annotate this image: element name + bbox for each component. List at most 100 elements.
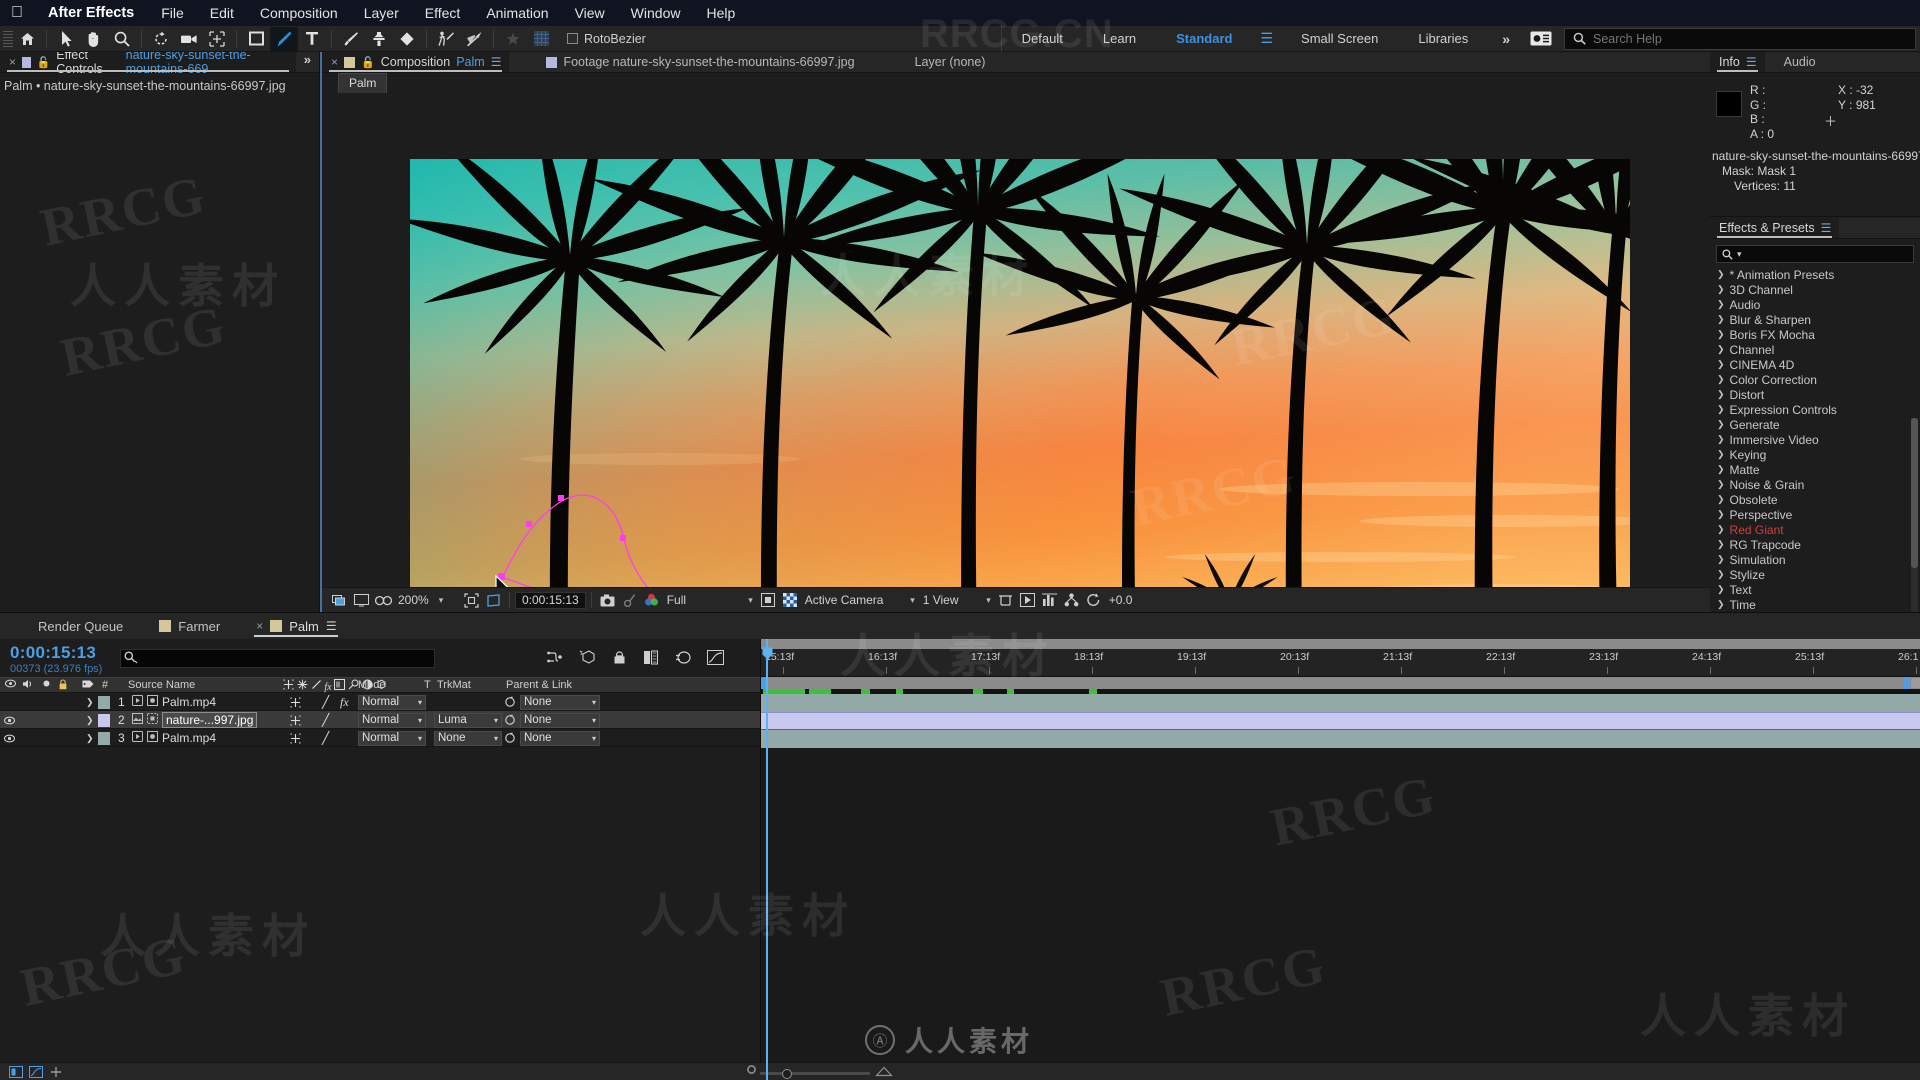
star-icon[interactable] [499, 27, 527, 51]
layer-duration-bar[interactable] [761, 730, 1920, 748]
work-area-end-handle[interactable] [1904, 677, 1910, 689]
tab-audio[interactable]: Audio [1775, 52, 1825, 72]
layer-audio-toggle[interactable] [22, 711, 36, 729]
layer-expand-arrow[interactable]: ❯ [86, 729, 98, 747]
effects-category-row[interactable]: ❯ Immersive Video [1710, 432, 1920, 447]
chevron-right-icon[interactable]: ❯ [1717, 404, 1725, 415]
composition-viewport[interactable] [410, 159, 1630, 587]
search-icon[interactable] [124, 651, 138, 667]
tab-layer[interactable]: Layer (none) [906, 52, 995, 72]
comp-flowchart-icon[interactable] [1061, 589, 1083, 611]
eye-icon[interactable] [5, 679, 16, 691]
column-source-name[interactable]: Source Name [128, 679, 195, 691]
solo-icon[interactable] [42, 679, 51, 691]
chevron-right-icon[interactable]: ❯ [1717, 284, 1725, 295]
layer-label-color[interactable] [98, 693, 112, 711]
layer-parent-select[interactable]: None ▾ [520, 729, 602, 747]
chevron-right-icon[interactable]: ❯ [1717, 524, 1725, 535]
home-icon[interactable] [13, 27, 41, 51]
layer-source-name[interactable]: Palm.mp4 [132, 729, 282, 747]
zoom-in-icon[interactable] [875, 1066, 893, 1080]
layer-quality-switch[interactable]: ╱ [322, 693, 336, 711]
selection-tool-icon[interactable] [52, 27, 80, 51]
toggle-switches-modes-icon[interactable] [8, 1065, 24, 1079]
effects-category-row[interactable]: ❯ Perspective [1710, 507, 1920, 522]
workspace-libraries[interactable]: Libraries [1398, 31, 1488, 46]
zoom-level-select[interactable]: 200% ▾ [394, 591, 460, 609]
motion-blur-icon[interactable] [673, 647, 693, 667]
fast-previews-icon[interactable] [1017, 589, 1039, 611]
effects-search-input[interactable] [1745, 248, 1908, 260]
composition-stage[interactable] [322, 93, 1710, 587]
column-mode[interactable]: Mode [358, 679, 386, 691]
chevron-right-icon[interactable]: ❯ [1717, 374, 1725, 385]
graph-editor-icon[interactable] [705, 647, 725, 667]
tab-info[interactable]: Info ☰ [1710, 52, 1765, 72]
menu-item-view[interactable]: View [562, 5, 618, 21]
table-row[interactable]: ❯ 3 Palm.mp4 ╱ Normal ▾ None ▾ None ▾ [0, 729, 760, 747]
effects-category-row[interactable]: ❯ Audio [1710, 297, 1920, 312]
layer-trkmat-select[interactable]: None ▾ [434, 729, 504, 747]
chevron-right-icon[interactable]: ❯ [1717, 344, 1725, 355]
timeline-track-area[interactable]: 15:13f 16:13f 17:13f 18:13f 19:13f 20:13f 21:1… [760, 639, 1920, 1080]
effects-category-row[interactable]: ❯ Distort [1710, 387, 1920, 402]
column-trkmat[interactable]: TrkMat [437, 679, 471, 691]
layer-duration-bar[interactable] [761, 712, 1920, 730]
effects-category-row[interactable]: ❯ 3D Channel [1710, 282, 1920, 297]
table-row[interactable]: ❯ 1 Palm.mp4 ╱ fx Normal ▾ None ▾ [0, 693, 760, 711]
chevron-right-icon[interactable]: ❯ [1717, 269, 1725, 280]
chevron-right-icon[interactable]: ❯ [1717, 464, 1725, 475]
composition-mini-flowchart-icon[interactable] [545, 647, 565, 667]
panel-menu-icon[interactable]: ☰ [491, 55, 502, 69]
current-timecode-display[interactable]: 0:00:15:13 [515, 591, 586, 609]
layer-trkmat-select[interactable]: Luma ▾ [434, 711, 504, 729]
workspace-default[interactable]: Default [1002, 31, 1083, 46]
workspace-menu-icon[interactable]: ☰ [1252, 30, 1281, 47]
layer-audio-toggle[interactable] [22, 693, 36, 711]
tab-footage[interactable]: Footage nature-sky-sunset-the-mountains-… [537, 52, 863, 72]
layer-lock-toggle[interactable] [58, 711, 72, 729]
chevron-right-icon[interactable]: ❯ [1717, 554, 1725, 565]
chevron-right-icon[interactable]: ❯ [1717, 419, 1725, 430]
close-icon[interactable]: × [331, 55, 338, 69]
resolution-select[interactable]: Full ▾ [663, 591, 757, 609]
add-marker-icon[interactable] [48, 1065, 64, 1079]
zoom-tool-icon[interactable] [108, 27, 136, 51]
apple-icon[interactable]:  [0, 5, 34, 21]
effects-category-row[interactable]: ❯ * Animation Presets [1710, 267, 1920, 282]
pen-tool-icon[interactable] [270, 26, 298, 51]
layer-parent-switch[interactable] [290, 729, 306, 747]
layer-parent-pickwhip[interactable] [504, 693, 518, 711]
effects-search-field[interactable]: ▾ [1716, 245, 1914, 263]
effects-category-row[interactable]: ❯ Generate [1710, 417, 1920, 432]
layer-solo-toggle[interactable] [40, 729, 54, 747]
menu-item-layer[interactable]: Layer [351, 5, 412, 21]
effects-category-row[interactable]: ❯ Expression Controls [1710, 402, 1920, 417]
camera-tool-icon[interactable] [175, 27, 203, 51]
zoom-out-icon[interactable] [745, 1063, 758, 1079]
layer-solo-toggle[interactable] [40, 693, 54, 711]
timeline-search-field[interactable] [120, 649, 435, 668]
unlock-icon[interactable]: 🔓 [37, 56, 51, 69]
camera-select[interactable]: Active Camera ▾ [801, 591, 919, 609]
layer-expand-arrow[interactable]: ❯ [86, 693, 98, 711]
lock-icon[interactable] [58, 679, 68, 693]
type-tool-icon[interactable] [298, 27, 326, 51]
menu-item-edit[interactable]: Edit [197, 5, 247, 21]
toggle-alpha-icon[interactable] [779, 589, 801, 611]
toggle-viewer-layout-icon[interactable] [350, 589, 372, 611]
snapshot-icon[interactable] [597, 589, 619, 611]
grid-icon[interactable] [527, 27, 555, 51]
work-area-bar[interactable] [761, 677, 1920, 689]
column-index[interactable]: # [102, 679, 108, 691]
effects-category-row[interactable]: ❯ CINEMA 4D [1710, 357, 1920, 372]
chevron-right-icon[interactable]: ❯ [1717, 479, 1725, 490]
chevron-right-icon[interactable]: ❯ [1717, 569, 1725, 580]
layer-source-name[interactable]: Palm.mp4 [132, 693, 282, 711]
layer-label-color[interactable] [98, 711, 112, 729]
transparency-grid-icon[interactable] [482, 589, 504, 611]
layer-quality-switch[interactable]: ╱ [322, 729, 336, 747]
menu-item-file[interactable]: File [148, 5, 197, 21]
chevron-right-icon[interactable]: ❯ [1717, 494, 1725, 505]
workspace-small-screen[interactable]: Small Screen [1281, 31, 1398, 46]
